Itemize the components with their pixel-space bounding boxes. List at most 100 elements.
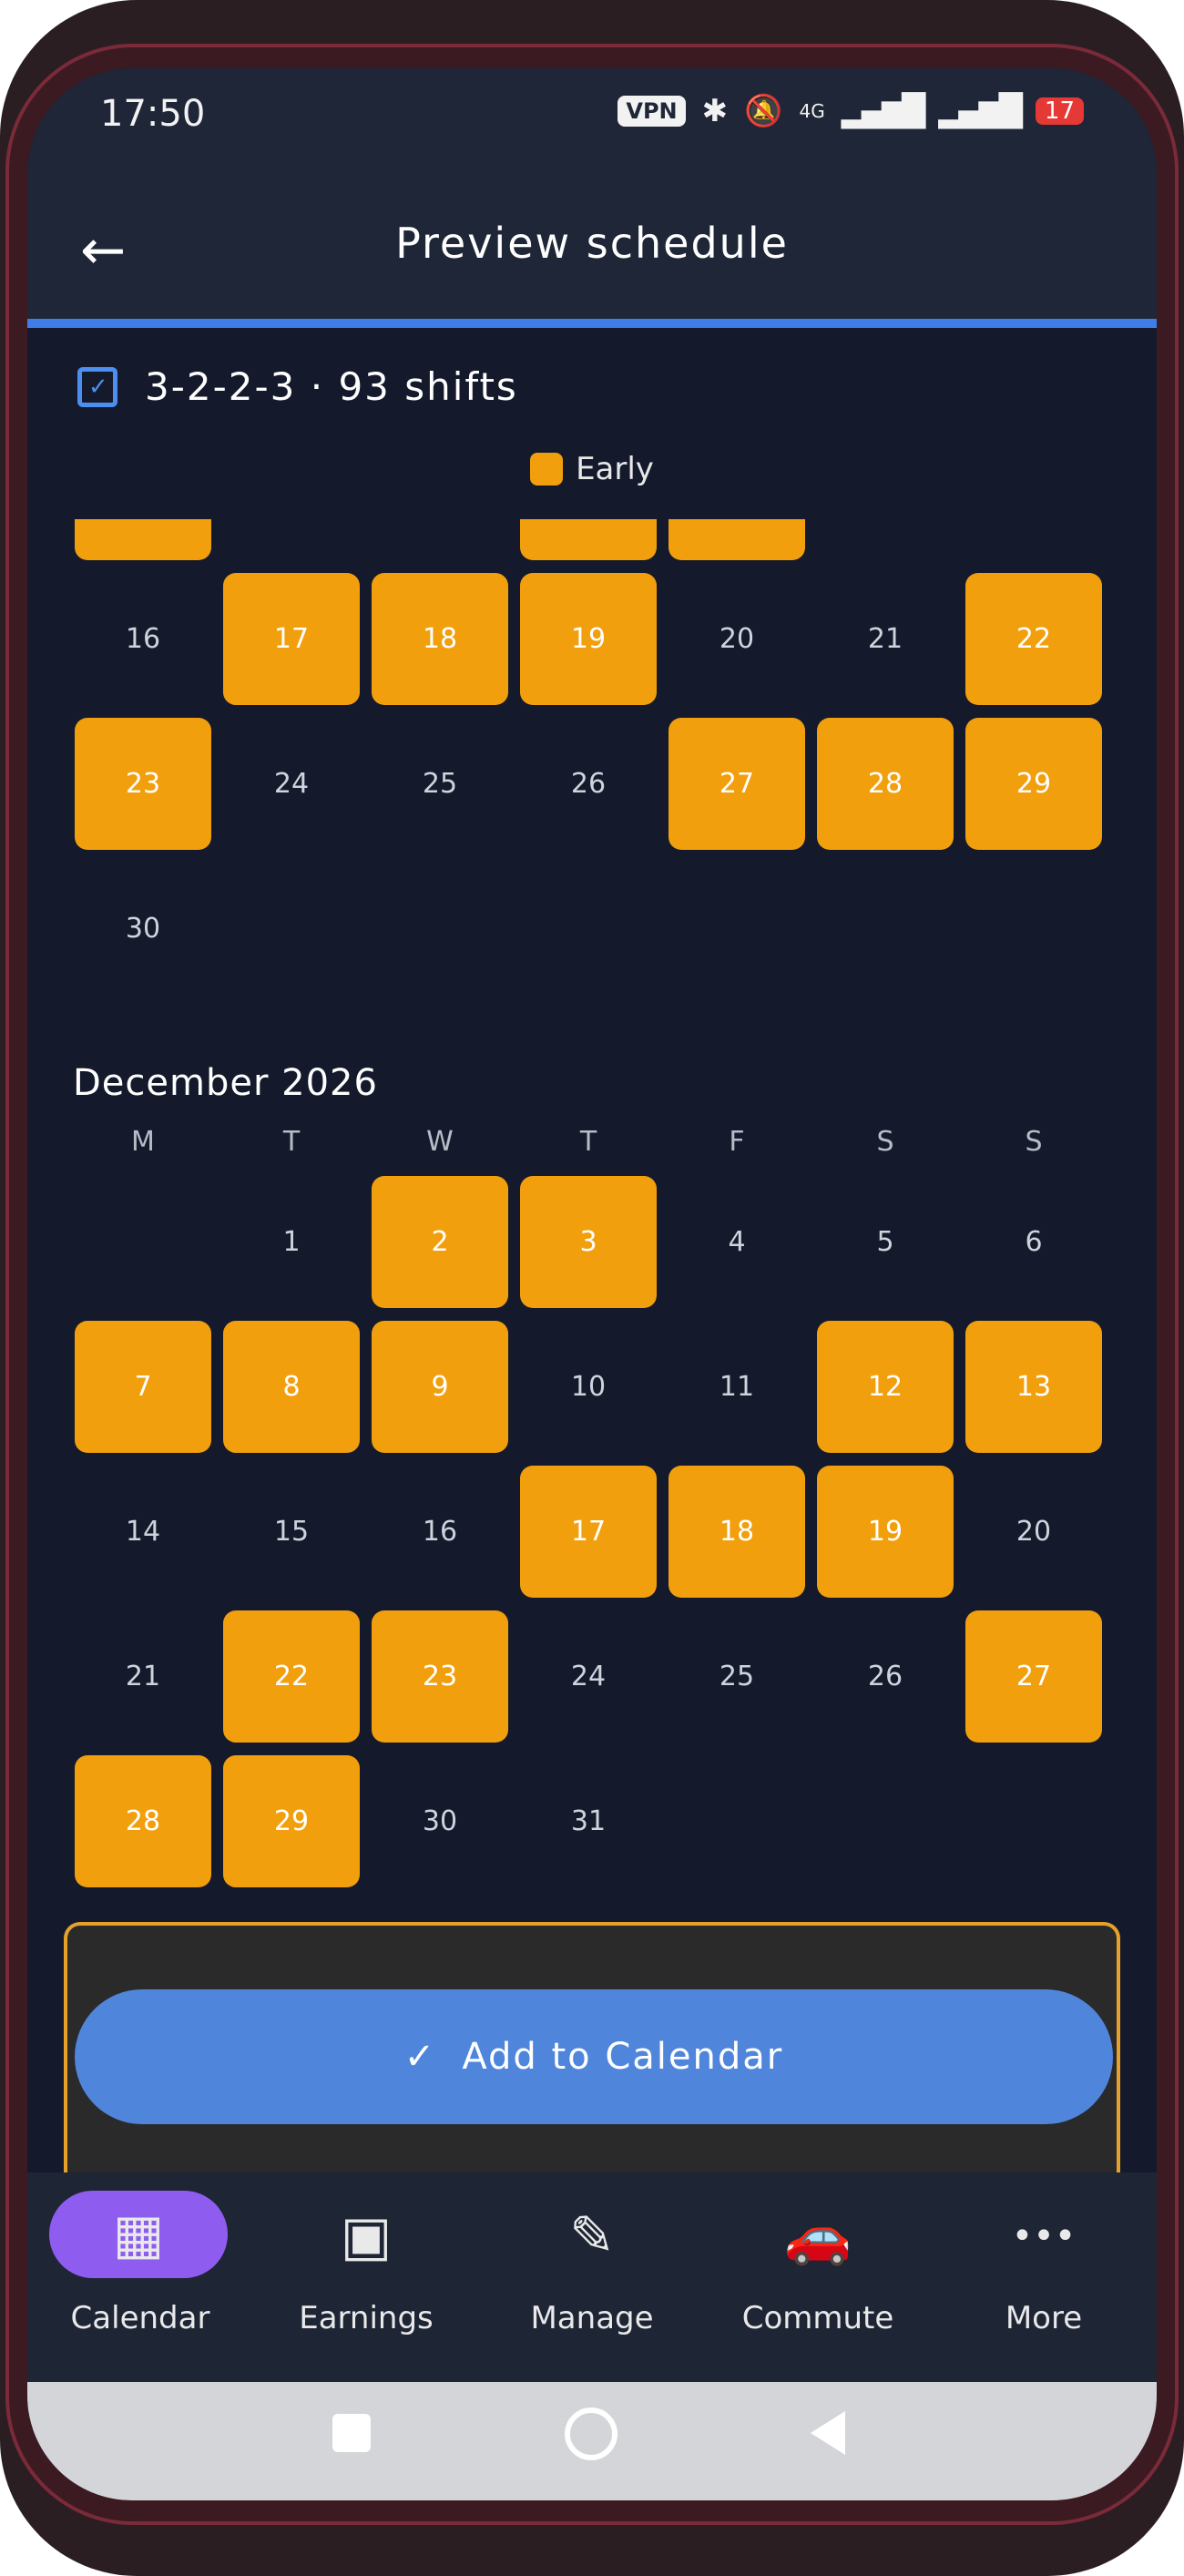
calendar-day[interactable]: 21 (75, 1610, 211, 1743)
signal-icon: ▂▄▆█ (841, 93, 926, 129)
calendar-day[interactable]: 11 (372, 519, 508, 560)
shift-day[interactable]: 9 (372, 1321, 508, 1453)
calendar-day[interactable]: 6 (965, 1176, 1102, 1308)
calendar-day[interactable]: 10 (520, 1321, 657, 1453)
battery-indicator: 17 (1035, 97, 1084, 125)
shift-day[interactable]: 27 (669, 718, 805, 850)
legend-label-early: Early (576, 451, 654, 487)
legend: Early (27, 451, 1157, 487)
calendar-day[interactable]: 14 (75, 1466, 211, 1598)
signal-icon-2: ▂▄▆█ (938, 93, 1023, 129)
add-to-calendar-button[interactable]: ✓ Add to Calendar (75, 1989, 1113, 2124)
calendar-day[interactable]: 15 (223, 1466, 360, 1598)
shift-day[interactable]: 28 (817, 718, 954, 850)
nav-label: More (1005, 2300, 1083, 2336)
status-time: 17:50 (100, 93, 206, 135)
separator: · (310, 364, 325, 409)
calendar-day[interactable]: 25 (372, 718, 508, 850)
legend-swatch-early (530, 453, 564, 486)
shift-day[interactable]: 29 (223, 1755, 360, 1887)
shift-day[interactable]: 12 (520, 519, 657, 560)
shift-day[interactable]: 17 (223, 573, 360, 705)
shift-day[interactable]: 18 (669, 1466, 805, 1598)
weekday-label: S (876, 1126, 894, 1158)
calendar-icon: ▦ (49, 2191, 228, 2278)
action-panel: ✓ Add to Calendar (64, 1922, 1120, 2191)
check-icon: ✓ (403, 2036, 437, 2078)
shift-day[interactable]: 9 (75, 519, 211, 560)
shift-day[interactable]: 2 (372, 1176, 508, 1308)
status-icons: VPN ✱ 🔕 4G ▂▄▆█ ▂▄▆█ 17 (618, 93, 1084, 129)
shift-day[interactable]: 7 (75, 1321, 211, 1453)
car-icon: 🚗 (783, 2204, 852, 2268)
pattern-label: 3-2-2-3 (145, 364, 297, 409)
calendar-day[interactable]: 24 (223, 718, 360, 850)
network-label: 4G (799, 100, 825, 122)
shift-day[interactable]: 13 (965, 1321, 1102, 1453)
shift-day[interactable]: 13 (669, 519, 805, 560)
calendar-check-icon (77, 366, 117, 407)
app-screen: 17:50 VPN ✱ 🔕 4G ▂▄▆█ ▂▄▆█ 17 ← Preview … (27, 68, 1157, 2500)
shift-day[interactable]: 19 (520, 573, 657, 705)
calendar-day[interactable]: 20 (965, 1466, 1102, 1598)
nav-label: Commute (741, 2300, 894, 2336)
weekday-label: F (729, 1126, 745, 1158)
recents-icon[interactable] (332, 2414, 371, 2452)
nav-label: Earnings (299, 2300, 434, 2336)
calendar-day[interactable]: 11 (669, 1321, 805, 1453)
nav-item-manage[interactable]: ✎ Manage (479, 2172, 705, 2382)
calendar-day[interactable]: 26 (817, 1610, 954, 1743)
shift-day[interactable]: 12 (817, 1321, 954, 1453)
phone-frame: 17:50 VPN ✱ 🔕 4G ▂▄▆█ ▂▄▆█ 17 ← Preview … (0, 0, 1184, 2576)
bluetooth-icon: ✱ (701, 93, 729, 129)
calendar-preview[interactable]: 9101112131415161718192021222324252627282… (27, 519, 1157, 1977)
weekday-label: T (282, 1126, 301, 1158)
weekday-label: M (131, 1126, 155, 1158)
bottom-navigation: ▦ Calendar ▣ Earnings ✎ Manage 🚗 Commute ••• More (27, 2172, 1157, 2382)
shift-day[interactable]: 17 (520, 1466, 657, 1598)
calendar-day[interactable]: 21 (817, 573, 954, 705)
calendar-day[interactable]: 31 (520, 1755, 657, 1887)
weekday-label: S (1025, 1126, 1043, 1158)
shift-day[interactable]: 18 (372, 573, 508, 705)
nav-label: Manage (530, 2300, 654, 2336)
shift-day[interactable]: 22 (965, 573, 1102, 705)
calendar-day[interactable]: 16 (372, 1466, 508, 1598)
calendar-day[interactable]: 16 (75, 573, 211, 705)
home-icon[interactable] (565, 2407, 618, 2460)
calendar-day[interactable]: 10 (223, 519, 360, 560)
shift-day[interactable]: 29 (965, 718, 1102, 850)
calendar-day[interactable]: 26 (520, 718, 657, 850)
nav-item-earnings[interactable]: ▣ Earnings (253, 2172, 479, 2382)
shift-day[interactable]: 19 (817, 1466, 954, 1598)
page-title: Preview schedule (395, 219, 789, 268)
shift-day[interactable]: 28 (75, 1755, 211, 1887)
nav-item-calendar[interactable]: ▦ Calendar (27, 2172, 253, 2382)
back-triangle-icon[interactable] (811, 2411, 845, 2455)
nav-label: Calendar (70, 2300, 210, 2336)
more-icon: ••• (1011, 2215, 1077, 2257)
calendar-day[interactable]: 14 (817, 519, 954, 560)
month-label: December 2026 (73, 1062, 378, 1104)
add-button-label: Add to Calendar (462, 2036, 784, 2078)
calendar-day[interactable]: 25 (669, 1610, 805, 1743)
shift-day[interactable]: 23 (75, 718, 211, 850)
nav-item-commute[interactable]: 🚗 Commute (705, 2172, 931, 2382)
shift-day[interactable]: 22 (223, 1610, 360, 1743)
calendar-day[interactable]: 24 (520, 1610, 657, 1743)
shift-day[interactable]: 23 (372, 1610, 508, 1743)
shift-day[interactable]: 27 (965, 1610, 1102, 1743)
calendar-day[interactable]: 30 (372, 1755, 508, 1887)
nav-item-more[interactable]: ••• More (931, 2172, 1157, 2382)
weekday-label: W (426, 1126, 454, 1158)
wallet-icon: ▣ (340, 2204, 393, 2268)
schedule-summary: 3-2-2-3 · 93 shifts (77, 364, 518, 409)
shift-day[interactable]: 8 (223, 1321, 360, 1453)
calendar-day[interactable]: 30 (75, 863, 211, 995)
calendar-day[interactable]: 1 (223, 1176, 360, 1308)
shift-day[interactable]: 3 (520, 1176, 657, 1308)
calendar-day[interactable]: 20 (669, 573, 805, 705)
calendar-day[interactable]: 15 (965, 519, 1102, 560)
calendar-day[interactable]: 5 (817, 1176, 954, 1308)
calendar-day[interactable]: 4 (669, 1176, 805, 1308)
